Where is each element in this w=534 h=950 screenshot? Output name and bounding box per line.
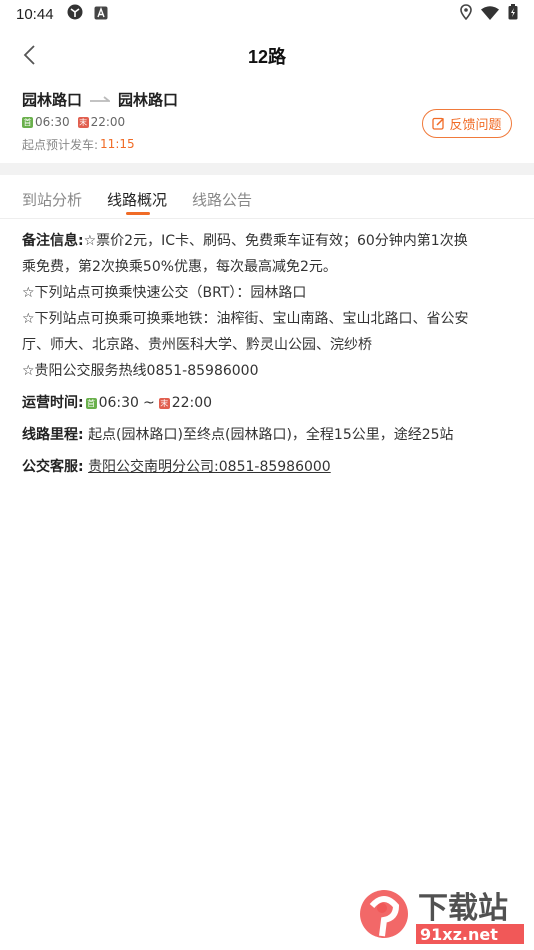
status-bar: 10:44: [0, 0, 534, 28]
notes-line: ☆票价2元，IC卡、刷码、免费乘车证有效；60分钟内第1次换: [83, 233, 468, 249]
tab-route-overview[interactable]: 线路概况: [107, 189, 167, 210]
first-bus-tag: 首: [22, 116, 33, 128]
feedback-button[interactable]: 反馈问题: [422, 109, 512, 138]
location-icon: [460, 4, 472, 24]
service-hotline-link[interactable]: 贵阳公交南明分公司:0851-85986000: [88, 459, 331, 475]
back-button[interactable]: [14, 40, 44, 70]
notes-line: ☆下列站点可换乘可换乘地铁：油榨街、宝山南路、宝山北路口、省公安: [22, 311, 469, 327]
route-overview-content: 备注信息:☆票价2元，IC卡、刷码、免费乘车证有效；60分钟内第1次换 乘免费，…: [22, 228, 512, 480]
mileage-label: 线路里程:: [22, 427, 84, 443]
last-bus-tag: 末: [77, 116, 89, 128]
battery-icon: [508, 4, 518, 24]
last-bus-time: 22:00: [90, 115, 126, 129]
first-bus-time: 06:30: [35, 115, 70, 129]
tab-arrival-analysis[interactable]: 到站分析: [22, 189, 82, 210]
route-origin: 园林路口: [22, 90, 83, 109]
notes-label: 备注信息:: [22, 233, 84, 249]
sync-icon: [66, 3, 84, 25]
hours-first-tag: 首: [85, 397, 97, 409]
wifi-icon: [481, 5, 499, 24]
top-app-bar: 12路: [0, 28, 534, 84]
hours-last-time: 22:00: [171, 395, 213, 411]
chevron-left-icon: [23, 45, 35, 65]
page-title: 12路: [247, 47, 287, 67]
tab-bar: 到站分析 线路概况 线路公告: [0, 175, 534, 219]
status-time: 10:44: [16, 5, 54, 23]
notes-line: 乘免费，第2次换乘50%优惠，每次最高减免2元。: [22, 259, 337, 275]
watermark-url: 91xz.net: [420, 925, 498, 944]
mileage-text: 起点(园林路口)至终点(园林路口)，全程15公里，途经25站: [88, 427, 454, 443]
depart-label: 起点预计发车:: [22, 137, 99, 152]
route-destination: 园林路口: [118, 90, 179, 109]
notes-section: 备注信息:☆票价2元，IC卡、刷码、免费乘车证有效；60分钟内第1次换 乘免费，…: [22, 228, 512, 384]
watermark-title: 下载站: [418, 891, 508, 926]
service-label: 公交客服:: [22, 459, 84, 475]
hours-separator: ~: [142, 395, 155, 411]
edit-icon: [432, 117, 445, 130]
route-endpoints: 园林路口 园林路口: [22, 88, 512, 110]
depart-time: 11:15: [100, 137, 135, 151]
feedback-label: 反馈问题: [449, 118, 502, 133]
active-tab-indicator: [126, 212, 150, 215]
notes-line: 厅、师大、北京路、贵州医科大学、黔灵山公园、浣纱桥: [22, 337, 372, 353]
tab-route-notices[interactable]: 线路公告: [192, 189, 252, 210]
notes-line: ☆下列站点可换乘快速公交（BRT）：园林路口: [22, 285, 307, 301]
hours-last-tag: 末: [158, 397, 170, 409]
customer-service: 公交客服: 贵阳公交南明分公司:0851-85986000: [22, 454, 512, 480]
a-badge-icon: [94, 5, 108, 24]
section-divider: [0, 163, 534, 175]
estimated-departure: 起点预计发车: 11:15: [22, 136, 512, 152]
hours-label: 运营时间:: [22, 395, 84, 411]
hours-first-time: 06:30: [98, 395, 139, 411]
direction-arrow-icon: [90, 95, 111, 103]
notes-line: ☆贵阳公交服务热线0851-85986000: [22, 363, 259, 379]
site-watermark-logo: 下载站 91xz.net: [358, 884, 528, 946]
operating-hours: 运营时间: 首 06:30 ~ 末 22:00: [22, 390, 512, 416]
route-mileage: 线路里程: 起点(园林路口)至终点(园林路口)，全程15公里，途经25站: [22, 422, 512, 448]
